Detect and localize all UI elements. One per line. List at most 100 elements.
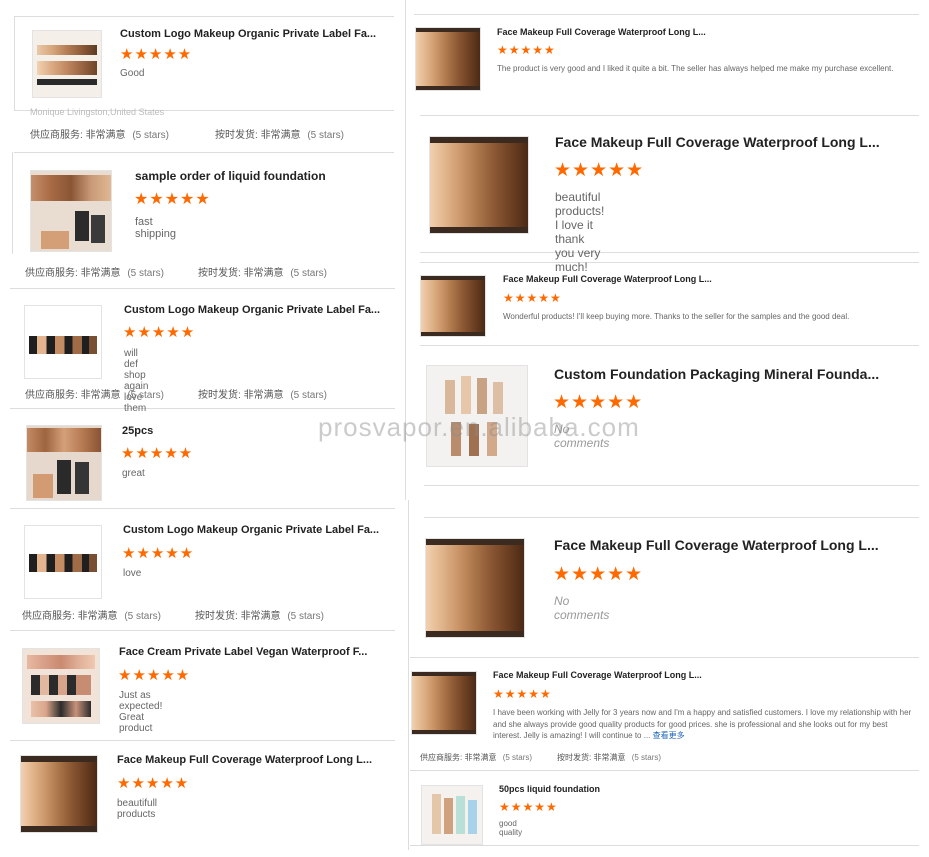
delivery-label: 按时发货: [215,130,258,141]
product-title[interactable]: Face Makeup Full Coverage Waterproof Lon… [493,670,723,680]
review-comment: The product is very good and I liked it … [497,64,894,73]
review-comment: beautiful products! I love it thank you … [555,190,605,274]
service-value: 非常满意 [464,753,497,762]
star-rating: ★★★★★ [499,800,558,814]
product-thumbnail[interactable] [30,170,112,252]
see-more-link[interactable]: 查看更多 [653,731,685,740]
reviewer-name: Monique Livingston,United States [30,107,165,117]
delivery-value: 非常满意 [243,390,284,401]
review-comment: No comments [554,594,610,622]
service-stars: (5 stars) [502,753,533,762]
service-stars: (5 stars) [127,268,165,279]
delivery-value: 非常满意 [260,130,301,141]
divider [420,115,919,116]
product-thumbnail[interactable] [20,755,98,833]
product-thumbnail[interactable] [415,27,481,91]
service-stars: (5 stars) [127,390,165,401]
review-comment: I have been working with Jelly for 3 yea… [493,707,913,742]
review-comment: fast shipping [135,216,176,240]
divider [14,16,15,111]
product-thumbnail[interactable] [24,525,102,599]
product-title[interactable]: sample order of liquid foundation [135,169,385,183]
review-comment: Wonderful products! I'll keep buying mor… [503,312,850,321]
product-title[interactable]: Custom Logo Makeup Organic Private Label… [124,304,386,316]
review-comment: great [122,468,145,479]
service-label: 供应商服务: [22,611,75,622]
divider [12,152,13,254]
star-rating: ★★★★★ [120,46,193,63]
delivery-rating-row: 按时发货: 非常满意 (5 stars) [215,126,344,141]
product-thumbnail[interactable] [24,305,102,379]
divider [420,252,919,253]
watermark: prosvapor.en.alibaba.com [318,412,640,442]
review-comment: good quality [499,819,523,837]
product-thumbnail[interactable] [26,425,102,501]
divider [10,740,395,741]
review-comment: Just as expected! Great product [119,690,163,734]
star-rating: ★★★★★ [493,687,552,701]
service-value: 非常满意 [85,130,126,141]
product-thumbnail[interactable] [429,136,529,234]
product-title[interactable]: 50pcs liquid foundation [499,784,699,794]
star-rating: ★★★★★ [123,324,196,341]
divider [420,262,919,263]
service-value: 非常满意 [77,611,118,622]
divider [410,770,919,771]
delivery-value: 非常满意 [593,753,626,762]
supplier-rating-row: 供应商服务: 非常满意 (5 stars) [25,386,164,401]
product-title[interactable]: Custom Logo Makeup Organic Private Label… [123,524,385,536]
star-rating: ★★★★★ [554,160,645,181]
divider [410,657,919,658]
divider [10,288,395,289]
delivery-label: 按时发货: [198,390,241,401]
delivery-stars: (5 stars) [290,268,328,279]
delivery-value: 非常满意 [243,268,284,279]
star-rating: ★★★★★ [121,445,194,462]
supplier-rating-row: 供应商服务: 非常满意 (5 stars) [30,126,169,141]
delivery-label: 按时发货: [198,268,241,279]
product-title[interactable]: Custom Foundation Packaging Mineral Foun… [554,366,894,382]
service-value: 非常满意 [80,268,121,279]
product-title[interactable]: Face Makeup Full Coverage Waterproof Lon… [555,134,895,150]
product-title[interactable]: Face Makeup Full Coverage Waterproof Lon… [503,274,733,284]
product-thumbnail[interactable] [421,785,483,845]
delivery-stars: (5 stars) [290,390,328,401]
review-comment-text: I have been working with Jelly for 3 yea… [493,708,912,740]
service-value: 非常满意 [80,390,121,401]
divider [424,517,919,518]
delivery-value: 非常满意 [240,611,281,622]
product-thumbnail[interactable] [425,538,525,638]
star-rating: ★★★★★ [503,291,562,305]
product-title[interactable]: Face Makeup Full Coverage Waterproof Lon… [117,754,379,766]
divider [10,508,395,509]
product-title[interactable]: Custom Logo Makeup Organic Private Label… [120,28,380,40]
star-rating: ★★★★★ [134,191,211,208]
review-comment: beautifull products [117,798,158,820]
service-label: 供应商服务: [25,390,78,401]
product-title[interactable]: Face Makeup Full Coverage Waterproof Lon… [554,537,894,553]
review-comment: will def shop again love them [124,348,149,414]
star-rating: ★★★★★ [553,392,644,413]
delivery-stars: (5 stars) [631,753,662,762]
product-thumbnail[interactable] [411,671,477,735]
divider [424,485,919,486]
star-rating: ★★★★★ [553,564,644,585]
divider [14,16,394,17]
delivery-rating-row: 按时发货: 非常满意 (5 stars) [195,607,324,622]
divider [420,345,919,346]
review-comment: love [123,568,142,579]
divider [14,152,394,153]
service-label: 供应商服务: [25,268,78,279]
product-title[interactable]: Face Makeup Full Coverage Waterproof Lon… [497,27,717,37]
product-title[interactable]: 25pcs [122,425,322,437]
delivery-stars: (5 stars) [287,611,325,622]
divider [10,408,395,409]
supplier-rating-row: 供应商服务: 非常满意 (5 stars) [420,752,532,763]
product-thumbnail[interactable] [22,648,100,724]
product-thumbnail[interactable] [420,275,486,337]
review-comment: Good [120,68,145,79]
supplier-rating-row: 供应商服务: 非常满意 (5 stars) [22,607,161,622]
product-title[interactable]: Face Cream Private Label Vegan Waterproo… [119,646,375,658]
product-thumbnail[interactable] [32,30,102,98]
service-stars: (5 stars) [132,130,170,141]
